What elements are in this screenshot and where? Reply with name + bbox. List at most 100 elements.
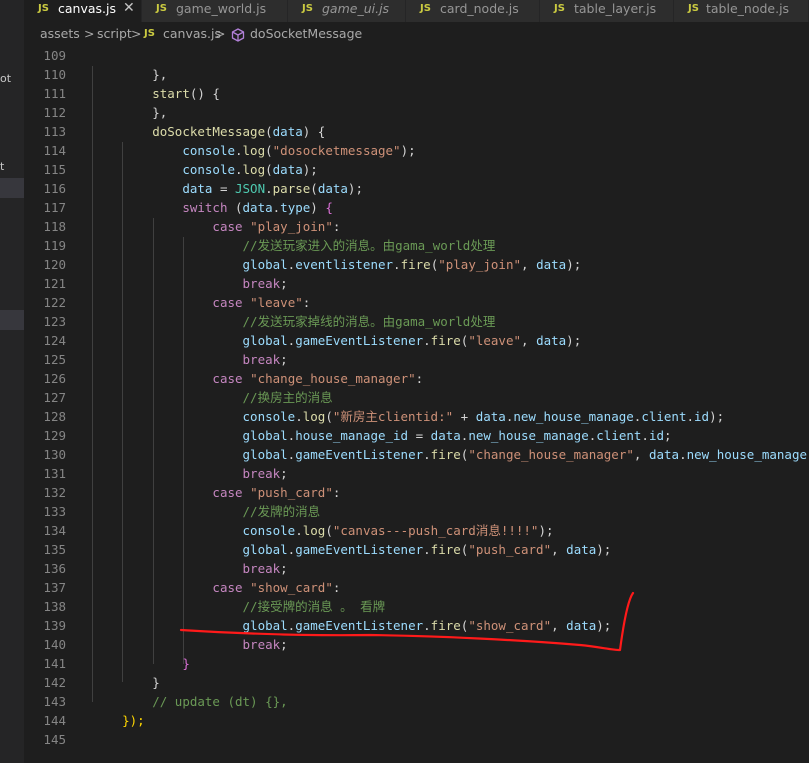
code-line[interactable]: switch (data.type) { (92, 198, 333, 217)
code-token: new_house_manage (686, 447, 808, 462)
breadcrumb-file[interactable]: canvas.js (163, 26, 221, 41)
breadcrumb-separator: > (84, 26, 95, 41)
code-line[interactable]: case "push_card": (92, 483, 340, 502)
line-number: 118 (43, 219, 66, 234)
code-token: global (242, 542, 288, 557)
code-token: . (295, 409, 303, 424)
code-token: ; (280, 466, 288, 481)
code-line[interactable]: break; (92, 559, 288, 578)
code-token: . (423, 447, 431, 462)
line-number: 113 (43, 124, 66, 139)
code-token: "play_join" (250, 219, 333, 234)
code-token: + (453, 409, 476, 424)
code-token: , (521, 257, 537, 272)
code-line[interactable]: break; (92, 274, 288, 293)
tab-table-layer-js[interactable]: JS table_layer.js (540, 0, 674, 22)
code-line[interactable]: console.log("新房主clientid:" + data.new_ho… (92, 407, 725, 426)
code-line[interactable]: console.log(data); (92, 160, 318, 179)
code-token: id (694, 409, 710, 424)
breadcrumb-symbol[interactable]: doSocketMessage (250, 26, 362, 41)
code-token: data (317, 181, 348, 196)
code-line[interactable]: } (92, 673, 160, 692)
code-token: gameEventListener (295, 542, 424, 557)
code-token: //接受牌的消息 。 看牌 (242, 599, 386, 614)
code-line[interactable]: global.house_manage_id = data.new_house_… (92, 426, 672, 445)
line-number: 139 (43, 618, 66, 633)
code-line[interactable]: //接受牌的消息 。 看牌 (92, 597, 386, 616)
code-line[interactable]: global.gameEventListener.fire("leave", d… (92, 331, 582, 350)
tab-label: game_ui.js (322, 1, 390, 16)
code-token: : (415, 371, 424, 386)
code-token: log (242, 143, 266, 158)
code-token: global (242, 447, 288, 462)
js-file-icon: JS (420, 3, 431, 14)
line-number: 135 (43, 542, 66, 557)
code-line[interactable]: } (92, 654, 190, 673)
code-token: . (686, 409, 694, 424)
code-line[interactable]: break; (92, 350, 288, 369)
code-line[interactable]: data = JSON.parse(data); (92, 179, 363, 198)
code-token: case (212, 485, 243, 500)
tab-card-node-js[interactable]: JS card_node.js (406, 0, 540, 22)
code-token: data (566, 618, 597, 633)
tab-canvas-js[interactable]: JS canvas.js ✕ (24, 0, 142, 22)
tab-game-ui-js[interactable]: JS game_ui.js (288, 0, 406, 22)
line-number: 134 (43, 523, 66, 538)
code-token: "show_card" (250, 580, 333, 595)
code-token: : (332, 580, 341, 595)
code-line[interactable]: //换房主的消息 (92, 388, 333, 407)
code-line[interactable]: case "leave": (92, 293, 310, 312)
code-line[interactable]: //发牌的消息 (92, 502, 321, 521)
code-line[interactable]: global.eventlistener.fire("play_join", d… (92, 255, 582, 274)
code-token: ; (280, 637, 288, 652)
code-line[interactable]: // update (dt) {}, (92, 692, 287, 711)
code-line[interactable]: }, (92, 103, 167, 122)
code-line[interactable]: global.gameEventListener.fire("change_ho… (92, 445, 809, 464)
close-icon[interactable]: ✕ (123, 0, 135, 16)
line-number: 127 (43, 390, 66, 405)
code-editor[interactable]: }, start() { }, doSocketMessage(data) { … (92, 46, 809, 763)
sidebar-selected-item[interactable] (0, 310, 24, 330)
breadcrumb-separator: > (215, 26, 226, 41)
explorer-sidebar[interactable]: ot t (0, 0, 24, 763)
sidebar-fragment[interactable]: t (0, 160, 4, 173)
code-line[interactable]: }); (92, 711, 145, 730)
breadcrumb-assets[interactable]: assets (40, 26, 80, 41)
code-token: case (212, 371, 243, 386)
code-line[interactable]: console.log("dosocketmessage"); (92, 141, 415, 160)
sidebar-fragment[interactable]: ot (0, 72, 11, 85)
code-token: ( (265, 162, 273, 177)
breadcrumb-script[interactable]: script (97, 26, 132, 41)
code-line[interactable]: start() { (92, 84, 220, 103)
code-token: ) { (302, 124, 326, 139)
code-line[interactable]: break; (92, 464, 288, 483)
code-line[interactable]: break; (92, 635, 288, 654)
tab-table-node-js[interactable]: JS table_node.js (674, 0, 809, 22)
tab-game-world-js[interactable]: JS game_world.js (142, 0, 288, 22)
line-number: 141 (43, 656, 66, 671)
js-file-icon: JS (144, 28, 155, 39)
code-line[interactable]: //发送玩家进入的消息。由gama_world处理 (92, 236, 496, 255)
code-line[interactable]: console.log("canvas---push_card消息!!!!"); (92, 521, 554, 540)
code-line[interactable]: global.gameEventListener.fire("show_card… (92, 616, 612, 635)
code-token: gameEventListener (295, 618, 424, 633)
code-line[interactable]: global.gameEventListener.fire("push_card… (92, 540, 612, 559)
code-line[interactable]: case "change_house_manager": (92, 369, 423, 388)
code-line[interactable]: case "show_card": (92, 578, 340, 597)
code-token: . (295, 523, 303, 538)
code-line[interactable]: }, (92, 65, 167, 84)
code-token: ( (325, 523, 333, 538)
code-token: global (242, 257, 288, 272)
code-line[interactable]: //发送玩家掉线的消息。由gama_world处理 (92, 312, 496, 331)
code-line[interactable]: doSocketMessage(data) { (92, 122, 325, 141)
sidebar-selected-item[interactable] (0, 178, 24, 198)
code-line[interactable]: case "play_join": (92, 217, 340, 236)
